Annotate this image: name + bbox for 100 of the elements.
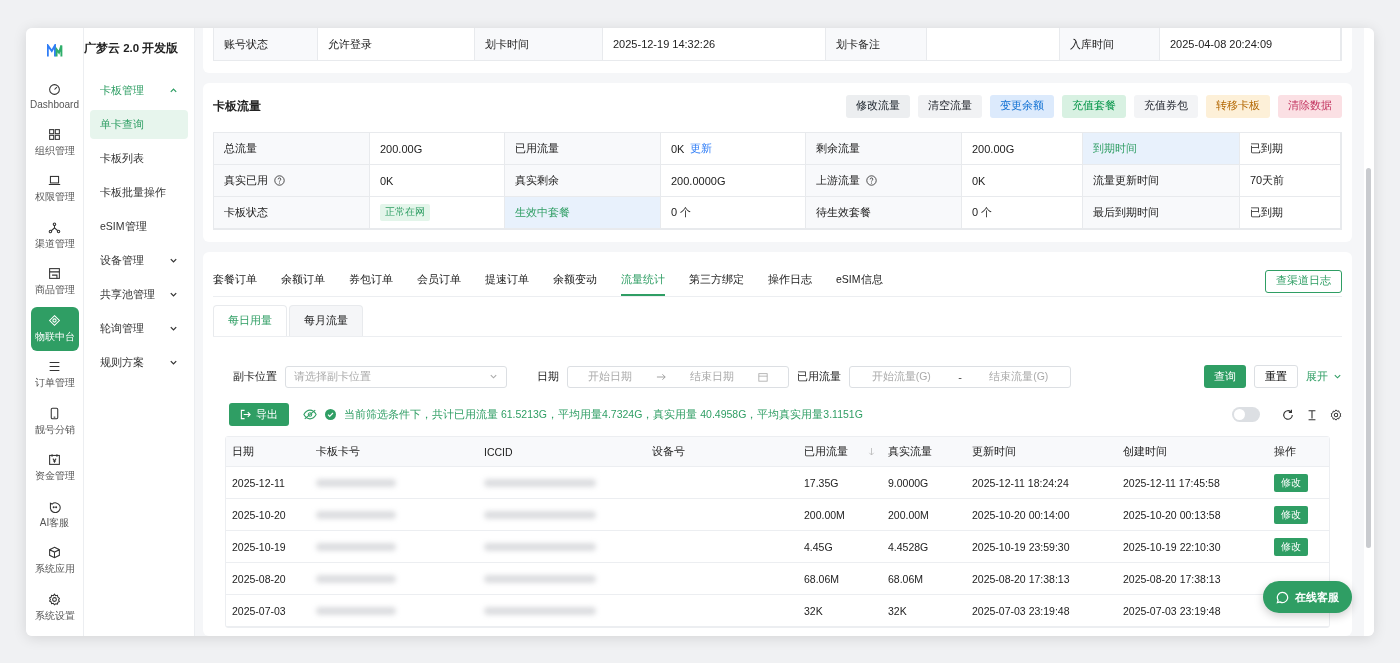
check-icon [325,409,336,420]
table-cell-text: 2025-10-20 00:13:58 [1122,508,1222,521]
nav-rail-item[interactable]: 组织管理 [30,120,79,165]
submenu-group[interactable]: 卡板管理 [90,76,188,105]
column-header: 真实流量 [887,444,933,459]
arrow-icon [655,372,667,381]
chevron-icon [1333,372,1342,381]
nav-rail-item[interactable]: 靓号分销 [30,399,79,444]
nav-rail-item[interactable]: 权限管理 [30,167,79,211]
nav-rail-item[interactable]: 商品管理 [30,260,79,304]
field-label: 剩余流量 [816,141,860,156]
nav-rail-item[interactable]: AI客服 [30,492,79,537]
settings-icon [48,592,61,606]
nav-rail-item[interactable]: 系统应用 [30,539,79,583]
tab[interactable]: eSIM信息 [836,266,883,296]
subtab[interactable]: 每日用量 [213,305,287,336]
channel-log-button[interactable]: 查渠道日志 [1265,269,1342,293]
field-label: 上游流量 [816,173,860,188]
nav-rail-item[interactable]: 订单管理 [30,353,79,397]
column-header: 创建时间 [1122,444,1168,459]
info-value: 允许登录 [328,36,372,52]
summary-text: 当前筛选条件下，共计已用流量 61.5213G，平均用量4.7324G，真实用量 40.4958G，平均真实用量3.1151G [344,407,863,422]
chat-icon [1276,590,1289,604]
text-height-icon[interactable] [1306,408,1318,421]
bot-icon [48,499,61,513]
help-icon[interactable] [274,175,285,186]
action-button[interactable]: 变更余额 [990,94,1054,118]
chevron-icon [169,290,178,299]
column-header: 操作 [1273,444,1297,459]
action-button[interactable]: 转移卡板 [1206,94,1270,118]
submenu-item[interactable]: 卡板批量操作 [90,178,188,207]
update-link[interactable]: 更新 [690,141,713,156]
settings-icon[interactable] [1330,408,1342,421]
field-value: 0K [671,142,685,155]
column-header: 更新时间 [971,444,1017,459]
chevron-icon [489,372,498,381]
submenu-item[interactable]: 卡板列表 [90,144,188,173]
refresh-icon[interactable] [1282,408,1294,421]
tab[interactable]: 券包订单 [349,266,393,296]
field-value: 200.0000G [671,174,726,187]
help-icon[interactable] [866,175,877,186]
nav-rail-item[interactable]: 渠道管理 [30,213,79,258]
submenu-group[interactable]: 设备管理 [90,246,188,275]
status-badge: 正常在网 [380,204,430,221]
table-cell-text: 2025-10-19 [231,540,287,553]
calendar-icon [758,371,769,382]
export-icon [240,409,251,420]
chevron-icon [169,256,178,265]
tab[interactable]: 流量统计 [621,266,665,296]
field-label: 已用流量 [515,141,559,156]
submenu-item[interactable]: eSIM管理 [90,212,188,241]
tab[interactable]: 套餐订单 [213,266,257,296]
table-cell-text: 2025-07-03 23:19:48 [1122,604,1222,617]
reset-button[interactable]: 重置 [1254,365,1298,388]
table-cell-text: 2025-12-11 [231,476,286,489]
nav-rail-item[interactable]: Dashboard [30,74,79,118]
nav-rail-item[interactable]: 系统设置 [30,585,79,630]
submenu-group[interactable]: 规则方案 [90,348,188,377]
table-cell-text: 2025-12-11 17:45:58 [1122,476,1221,489]
info-label: 账号状态 [214,28,318,60]
info-value: 2025-04-08 20:24:09 [1170,38,1273,50]
field-label: 流量更新时间 [1093,173,1159,188]
action-button[interactable]: 充值套餐 [1062,94,1126,118]
table-cell-text: 2025-12-11 18:24:24 [971,476,1070,489]
toggle-switch[interactable] [1232,407,1260,422]
field-value: 0 个 [671,205,692,220]
submenu-group[interactable]: 轮询管理 [90,314,188,343]
calendar-icon [48,453,61,466]
tab[interactable]: 余额变动 [553,266,597,296]
action-button[interactable]: 清除数据 [1278,94,1342,118]
scrollbar-thumb[interactable] [1366,168,1371,548]
field-label: 到期时间 [1093,141,1137,156]
column-header: ICCID [483,445,514,458]
submenu-group[interactable]: 共享池管理 [90,280,188,309]
table-cell-text: 2025-08-20 17:38:13 [971,572,1071,585]
table-cell-text: 17.35G [803,476,840,489]
table-cell-text: 2025-08-20 17:38:13 [1122,572,1222,585]
logo-icon [46,44,63,58]
subtab[interactable]: 每月流量 [289,305,363,336]
tab[interactable]: 提速订单 [485,266,529,296]
nav-rail-item[interactable]: 资金管理 [30,446,79,490]
chevron-icon [169,324,178,333]
tab[interactable]: 操作日志 [768,266,812,296]
tab[interactable]: 余额订单 [281,266,325,296]
action-button[interactable]: 修改流量 [846,94,910,118]
tab[interactable]: 会员订单 [417,266,461,296]
usage-range-field[interactable]: 开始流量(G) - 结束流量(G) [849,365,1071,388]
field-value: 0K [972,174,986,187]
column-header: 设备号 [651,444,686,459]
expand-button[interactable]: 展开 [1306,369,1342,384]
action-button[interactable]: 清空流量 [918,94,982,118]
chevron-icon [169,86,178,95]
tab[interactable]: 第三方绑定 [689,266,744,296]
action-button[interactable]: 充值券包 [1134,94,1198,118]
field-label: 卡板状态 [224,205,268,220]
field-value: 200.00G [972,142,1015,155]
nodes-icon [48,220,61,234]
list-icon [48,360,61,373]
eye-off-icon[interactable] [303,409,317,420]
table-cell-text: 2025-10-19 22:10:30 [1122,540,1222,553]
